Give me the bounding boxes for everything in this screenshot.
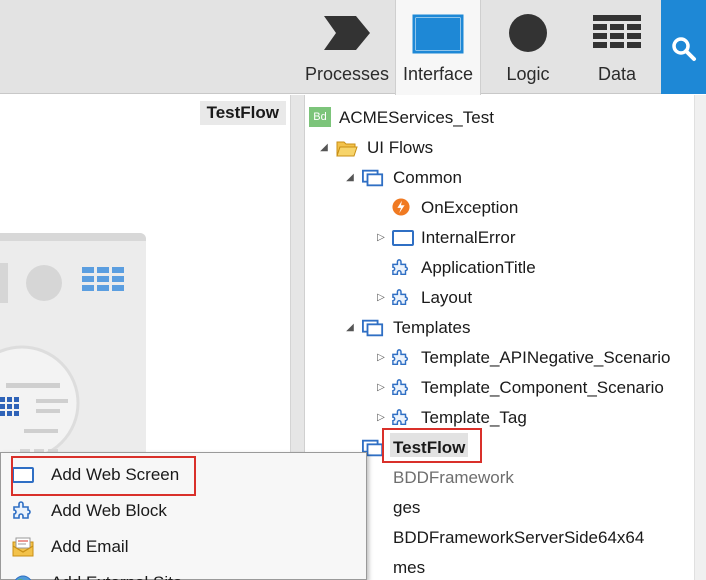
external-site-icon [14,575,32,580]
tree-item-label: mes [393,558,426,577]
main-toolbar: Processes Interface Logic Data [0,0,706,96]
ui-flow-icon [362,169,384,187]
tree-item-label: OnException [421,198,519,217]
tree-scrollbar[interactable] [694,95,706,580]
menu-item-label: Add Web Block [51,501,167,520]
expanded-arrow-icon[interactable]: ◢ [344,313,356,343]
menu-item-label: Add External Site [51,565,182,580]
context-menu: Add Web Screen Add Web Block Add Email A… [0,452,367,580]
tab-logic-label: Logic [506,64,550,84]
web-block-icon [392,409,408,426]
tab-data[interactable]: Data [574,0,660,94]
search-icon [672,37,696,61]
tab-interface-label: Interface [402,64,474,84]
module-badge-icon: Bd [309,107,331,127]
logic-icon [509,14,547,52]
web-block-icon [392,289,408,306]
tab-logic[interactable]: Logic [486,0,570,94]
web-block-icon [392,259,408,276]
search-button[interactable] [661,0,706,94]
collapsed-arrow-icon[interactable]: ▷ [375,223,387,253]
tree-item-label: Layout [421,288,473,307]
menu-item-add-web-block[interactable]: Add Web Block [1,493,366,529]
menu-item-add-email[interactable]: Add Email [1,529,366,565]
processes-icon [324,16,370,50]
tree-item-label: Common [393,168,462,187]
tab-interface[interactable]: Interface [395,0,481,96]
ui-flow-icon [362,319,384,337]
web-block-icon [392,379,408,396]
tree-item-label: Template_APINegative_Scenario [421,348,671,367]
collapsed-arrow-icon[interactable]: ▷ [375,283,387,313]
testflow-highlight-box [382,428,482,463]
expanded-arrow-icon[interactable]: ◢ [344,163,356,193]
collapsed-arrow-icon[interactable]: ▷ [375,373,387,403]
tab-data-label: Data [597,64,637,84]
email-icon [12,537,34,557]
tree-item-label: Template_Component_Scenario [421,378,664,397]
menu-item-label: Add Email [51,537,129,556]
web-screen-icon [392,230,414,246]
menu-item-add-external-site[interactable]: Add External Site [1,565,366,580]
canvas-title: TestFlow [199,101,286,125]
tree-item-label: ges [393,498,421,517]
folder-open-icon [336,141,358,157]
tree-item-label: BDDFrameworkServerSide64x64 [393,528,645,547]
add-web-screen-highlight-box [11,456,196,496]
data-icon [593,15,641,48]
tree-item-label: InternalError [421,228,516,247]
tab-processes[interactable]: Processes [302,0,392,94]
tab-processes-label: Processes [304,64,390,84]
tree-item-label: Templates [393,318,471,337]
interface-icon [412,14,464,54]
collapsed-arrow-icon[interactable]: ▷ [375,343,387,373]
tree-item-label: BDDFramework [393,468,514,487]
exception-handler-icon [392,198,410,216]
tree-item-label: UI Flows [367,138,434,157]
expanded-arrow-icon[interactable]: ◢ [318,133,330,163]
web-block-icon [392,349,408,366]
web-block-icon [13,501,31,519]
tree-item-label: ACMEServices_Test [339,108,494,127]
tree-item-label: ApplicationTitle [421,258,536,277]
